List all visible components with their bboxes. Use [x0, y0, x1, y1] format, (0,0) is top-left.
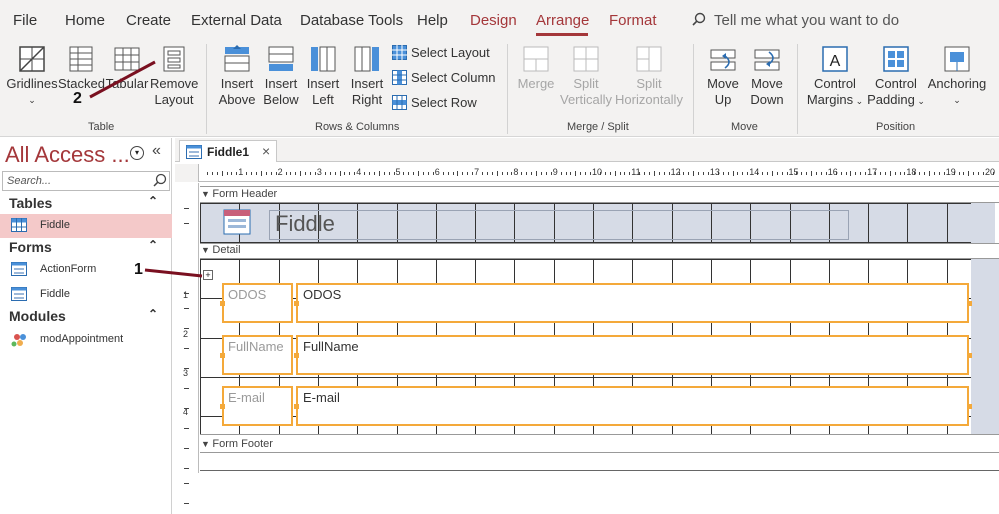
annotation-number-1: 1 [134, 261, 143, 278]
annotation-number-2: 2 [73, 90, 82, 107]
annotation-arrows [89, 60, 203, 278]
annotation-arrow-2 [89, 60, 156, 99]
annotation-arrow-1 [144, 268, 203, 278]
